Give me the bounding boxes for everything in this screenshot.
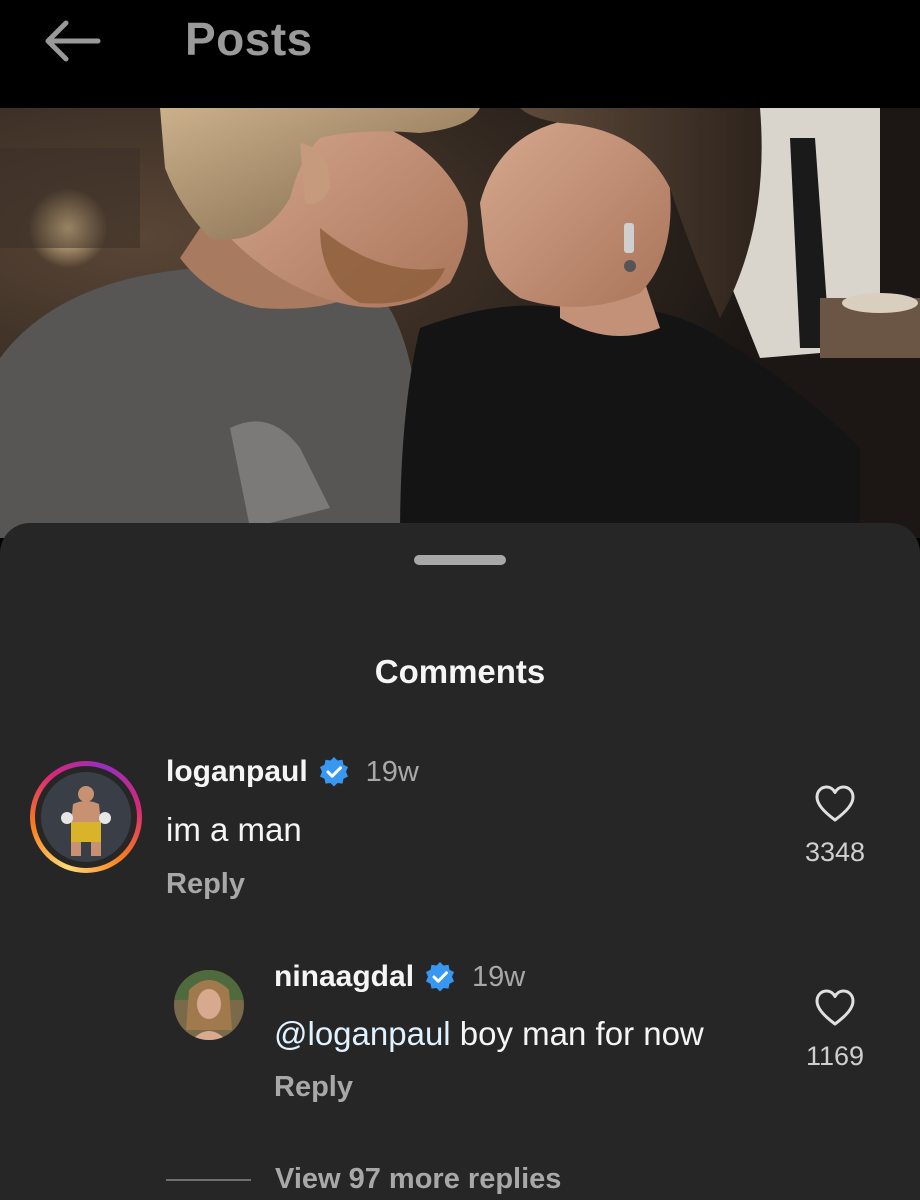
heart-icon: [815, 989, 855, 1026]
verified-badge-icon: [424, 961, 456, 993]
reply-body: boy man for now: [450, 1015, 704, 1052]
comment-username[interactable]: loganpaul: [166, 755, 308, 789]
top-bar: Posts: [0, 0, 920, 108]
instagram-post-comments-screen: Posts Comments loganpaul 19w im a man Re…: [0, 0, 920, 1200]
comments-sheet: Comments loganpaul 19w im a man Reply 33…: [0, 523, 920, 1200]
avatar[interactable]: [41, 772, 131, 862]
like-count: 1169: [805, 1041, 865, 1071]
divider-line: [166, 1178, 251, 1181]
arrow-left-icon: [45, 20, 101, 62]
reply-timestamp: 19w: [472, 960, 526, 993]
like-button[interactable]: 3348: [790, 785, 880, 868]
comment-timestamp: 19w: [365, 755, 419, 788]
like-button[interactable]: 1169: [790, 989, 880, 1072]
reply-button[interactable]: Reply: [274, 1071, 353, 1104]
page-title: Posts: [185, 13, 313, 65]
post-photo[interactable]: [0, 108, 920, 538]
reply-username[interactable]: ninaagdal: [274, 960, 414, 994]
back-button[interactable]: [38, 14, 108, 68]
mention-link[interactable]: @loganpaul: [274, 1015, 451, 1052]
view-more-replies-label[interactable]: View 97 more replies: [275, 1163, 561, 1196]
like-count: 3348: [804, 837, 866, 867]
verified-badge-icon: [318, 756, 350, 788]
comment-text: im a man: [166, 811, 302, 848]
reply-text: @loganpaul boy man for now: [274, 1015, 704, 1053]
drag-handle[interactable]: [414, 555, 506, 565]
reply-button[interactable]: Reply: [166, 868, 245, 901]
sheet-title: Comments: [374, 653, 546, 690]
heart-icon: [815, 785, 855, 822]
view-more-replies[interactable]: View 97 more replies: [166, 1163, 561, 1196]
avatar[interactable]: [174, 970, 244, 1040]
